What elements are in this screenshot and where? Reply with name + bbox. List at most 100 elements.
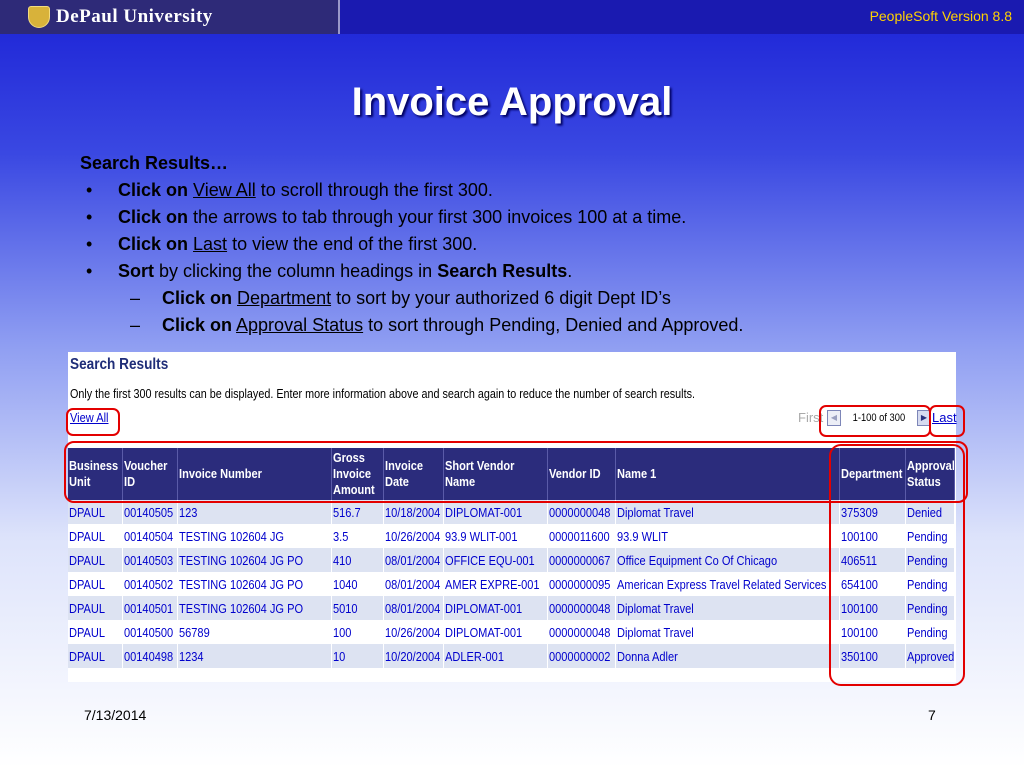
invoice-number-cell[interactable]: 123 <box>177 500 332 524</box>
invoice-number-cell[interactable]: 56789 <box>177 620 332 644</box>
column-header-invoice-date[interactable]: Invoice Date <box>383 448 444 500</box>
column-header-business-unit[interactable]: Business Unit <box>68 448 123 500</box>
gross-amount-cell[interactable]: 410 <box>331 548 384 572</box>
gross-amount-cell[interactable]: 3.5 <box>331 524 384 548</box>
voucher-id-cell[interactable]: 00140503 <box>122 548 178 572</box>
column-header-approval-status[interactable]: Approval Status <box>905 448 955 500</box>
voucher-id-cell[interactable]: 00140502 <box>122 572 178 596</box>
column-header-vendor-id[interactable]: Vendor ID <box>547 448 616 500</box>
short-vendor-name-cell[interactable]: AMER EXPRE-001 <box>443 572 548 596</box>
bold-text: Click on <box>118 207 189 227</box>
cell-value: Donna Adler <box>616 648 678 664</box>
gross-amount-cell[interactable]: 5010 <box>331 596 384 620</box>
vendor-id-cell[interactable]: 0000000048 <box>547 500 616 524</box>
approval-status-cell[interactable]: Pending <box>905 596 955 620</box>
vendor-id-cell[interactable]: 0000000048 <box>547 596 616 620</box>
grid-header-row: Business Unit Voucher ID Invoice Number … <box>68 448 955 500</box>
cell-value: Diplomat Travel <box>616 624 694 640</box>
voucher-id-cell[interactable]: 00140501 <box>122 596 178 620</box>
dash-marker: – <box>130 315 141 335</box>
business-unit-cell[interactable]: DPAUL <box>68 644 123 668</box>
voucher-id-cell[interactable]: 00140498 <box>122 644 178 668</box>
vendor-id-cell[interactable]: 0000000095 <box>547 572 616 596</box>
department-cell[interactable]: 375309 <box>839 500 906 524</box>
column-header-short-vendor-name[interactable]: Short Vendor Name <box>443 448 548 500</box>
department-cell[interactable]: 100100 <box>839 596 906 620</box>
business-unit-cell[interactable]: DPAUL <box>68 596 123 620</box>
short-vendor-name-cell[interactable]: DIPLOMAT-001 <box>443 500 548 524</box>
name-1-cell[interactable]: Diplomat Travel <box>615 500 840 524</box>
invoice-number-cell[interactable]: TESTING 102604 JG <box>177 524 332 548</box>
column-header-voucher-id[interactable]: Voucher ID <box>122 448 178 500</box>
invoice-date-cell[interactable]: 08/01/2004 <box>383 572 444 596</box>
short-vendor-name-cell[interactable]: DIPLOMAT-001 <box>443 596 548 620</box>
business-unit-cell[interactable]: DPAUL <box>68 548 123 572</box>
invoice-number-cell[interactable]: TESTING 102604 JG PO <box>177 596 332 620</box>
business-unit-cell[interactable]: DPAUL <box>68 500 123 524</box>
department-cell[interactable]: 406511 <box>839 548 906 572</box>
business-unit-cell[interactable]: DPAUL <box>68 524 123 548</box>
invoice-number-cell[interactable]: TESTING 102604 JG PO <box>177 572 332 596</box>
cell-value: 93.9 WLIT <box>616 528 668 544</box>
department-cell[interactable]: 350100 <box>839 644 906 668</box>
cell-value: 410 <box>332 552 351 568</box>
short-vendor-name-cell[interactable]: ADLER-001 <box>443 644 548 668</box>
vendor-id-cell[interactable]: 0000011600 <box>547 524 616 548</box>
name-1-cell[interactable]: Donna Adler <box>615 644 840 668</box>
gross-amount-cell[interactable]: 1040 <box>331 572 384 596</box>
cell-value: OFFICE EQU-001 <box>444 552 535 568</box>
approval-status-cell[interactable]: Pending <box>905 524 955 548</box>
vendor-id-cell[interactable]: 0000000067 <box>547 548 616 572</box>
invoice-date-cell[interactable]: 10/18/2004 <box>383 500 444 524</box>
next-arrow-icon[interactable]: ▶ <box>917 410 931 426</box>
invoice-number-cell[interactable]: TESTING 102604 JG PO <box>177 548 332 572</box>
name-1-cell[interactable]: Diplomat Travel <box>615 596 840 620</box>
voucher-id-cell[interactable]: 00140500 <box>122 620 178 644</box>
name-1-cell[interactable]: 93.9 WLIT <box>615 524 840 548</box>
gross-amount-cell[interactable]: 516.7 <box>331 500 384 524</box>
invoice-date-cell[interactable]: 08/01/2004 <box>383 548 444 572</box>
dash-marker: – <box>130 288 141 308</box>
approval-status-cell[interactable]: Approved <box>905 644 955 668</box>
vendor-id-cell[interactable]: 0000000002 <box>547 644 616 668</box>
short-vendor-name-cell[interactable]: OFFICE EQU-001 <box>443 548 548 572</box>
invoice-number-cell[interactable]: 1234 <box>177 644 332 668</box>
short-vendor-name-cell[interactable]: 93.9 WLIT-001 <box>443 524 548 548</box>
department-cell[interactable]: 654100 <box>839 572 906 596</box>
short-vendor-name-cell[interactable]: DIPLOMAT-001 <box>443 620 548 644</box>
vendor-id-cell[interactable]: 0000000048 <box>547 620 616 644</box>
pager: ◀ 1-100 of 300 ▶ <box>827 408 931 428</box>
column-header-name-1[interactable]: Name 1 <box>615 448 840 500</box>
bold-text: Search Results <box>437 261 568 281</box>
table-row: DPAUL 00140500 56789 100 10/26/2004 DIPLOMAT-… <box>68 620 955 644</box>
name-1-cell[interactable]: Office Equipment Co Of Chicago <box>615 548 840 572</box>
cell-value: 100100 <box>840 624 878 640</box>
invoice-date-cell[interactable]: 08/01/2004 <box>383 596 444 620</box>
list-item: • Click on View All to scroll through th… <box>80 177 1000 204</box>
invoice-date-cell[interactable]: 10/26/2004 <box>383 620 444 644</box>
column-header-invoice-number[interactable]: Invoice Number <box>177 448 332 500</box>
name-1-cell[interactable]: Diplomat Travel <box>615 620 840 644</box>
business-unit-cell[interactable]: DPAUL <box>68 620 123 644</box>
approval-status-cell[interactable]: Pending <box>905 620 955 644</box>
department-cell[interactable]: 100100 <box>839 524 906 548</box>
slide-title: Invoice Approval <box>351 80 673 124</box>
business-unit-cell[interactable]: DPAUL <box>68 572 123 596</box>
previous-arrow-icon[interactable]: ◀ <box>827 410 841 426</box>
department-cell[interactable]: 100100 <box>839 620 906 644</box>
invoice-date-cell[interactable]: 10/26/2004 <box>383 524 444 548</box>
column-header-department[interactable]: Department <box>839 448 906 500</box>
gross-amount-cell[interactable]: 10 <box>331 644 384 668</box>
voucher-id-cell[interactable]: 00140505 <box>122 500 178 524</box>
approval-status-cell[interactable]: Pending <box>905 548 955 572</box>
column-header-gross-invoice-amount[interactable]: Gross Invoice Amount <box>331 448 384 500</box>
approval-status-cell[interactable]: Denied <box>905 500 955 524</box>
view-all-link[interactable]: View All <box>70 410 109 425</box>
name-1-cell[interactable]: American Express Travel Related Services <box>615 572 840 596</box>
invoice-date-cell[interactable]: 10/20/2004 <box>383 644 444 668</box>
last-link[interactable]: Last <box>932 410 957 425</box>
gross-amount-cell[interactable]: 100 <box>331 620 384 644</box>
cell-value: TESTING 102604 JG PO <box>178 552 303 568</box>
approval-status-cell[interactable]: Pending <box>905 572 955 596</box>
voucher-id-cell[interactable]: 00140504 <box>122 524 178 548</box>
